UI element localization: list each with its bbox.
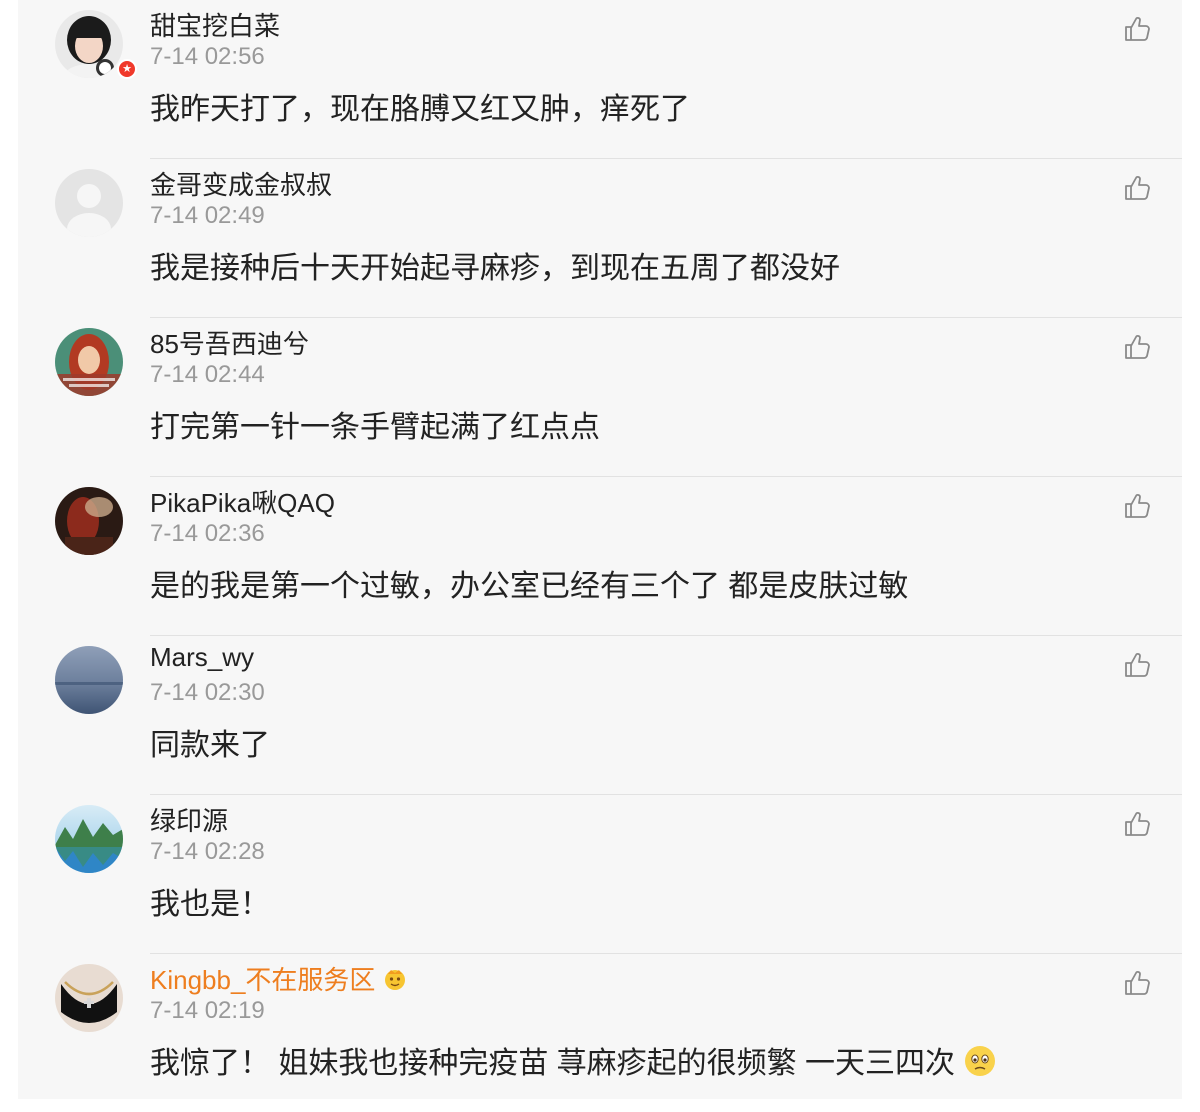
- username[interactable]: Kingbb_不在服务区: [150, 960, 407, 998]
- avatar[interactable]: [55, 805, 123, 873]
- comment-text: 打完第一针一条手臂起满了红点点: [150, 411, 600, 444]
- worried-emoji: [963, 1044, 997, 1086]
- comment-time: 7-14 02:28: [150, 838, 265, 865]
- crown-emoji: [383, 967, 407, 998]
- comment-text: 我惊了！ 姐妹我也接种完疫苗 荨麻疹起的很频繁 一天三四次: [150, 1038, 997, 1086]
- comment-text: 我也是！: [150, 888, 270, 921]
- thumbs-up-icon[interactable]: [1122, 809, 1152, 839]
- comment-text: 我是接种后十天开始起寻麻疹，到现在五周了都没好: [150, 252, 840, 285]
- comment-time: 7-14 02:36: [150, 520, 265, 547]
- comment-time: 7-14 02:30: [150, 679, 265, 706]
- thumbs-up-icon[interactable]: [1122, 14, 1152, 44]
- username[interactable]: 85号吾西迪兮: [150, 324, 309, 361]
- comment-item: 绿印源 7-14 02:28 我也是！: [18, 795, 1182, 954]
- comment-time: 7-14 02:56: [150, 43, 265, 70]
- avatar[interactable]: [55, 487, 123, 555]
- thumbs-up-icon[interactable]: [1122, 491, 1152, 521]
- username[interactable]: 金哥变成金叔叔: [150, 165, 332, 202]
- comment-item: ★ 甜宝挖白菜 7-14 02:56 我昨天打了，现在胳膊又红又肿，痒死了: [18, 0, 1182, 159]
- comment-text: 我昨天打了，现在胳膊又红又肿，痒死了: [150, 93, 690, 126]
- username[interactable]: 甜宝挖白菜: [150, 6, 280, 43]
- comment-text: 是的我是第一个过敏，办公室已经有三个了 都是皮肤过敏: [150, 570, 909, 603]
- thumbs-up-icon[interactable]: [1122, 332, 1152, 362]
- comment-item: Kingbb_不在服务区 7-14 02:19 我惊了！ 姐妹我也接种完疫苗 荨…: [18, 954, 1182, 1099]
- comment-text-content: 我惊了！ 姐妹我也接种完疫苗 荨麻疹起的很频繁 一天三四次: [150, 1047, 956, 1080]
- username[interactable]: 绿印源: [150, 801, 228, 838]
- avatar[interactable]: [55, 10, 123, 78]
- username-text: Kingbb_不在服务区: [150, 965, 376, 995]
- verified-badge: ★: [117, 59, 137, 79]
- comment-item: Mars_wy 7-14 02:30 同款来了: [18, 636, 1182, 795]
- comment-item: 金哥变成金叔叔 7-14 02:49 我是接种后十天开始起寻麻疹，到现在五周了都…: [18, 159, 1182, 318]
- avatar[interactable]: [55, 964, 123, 1032]
- username[interactable]: PikaPika啾QAQ: [150, 483, 335, 520]
- thumbs-up-icon[interactable]: [1122, 650, 1152, 680]
- comment-item: PikaPika啾QAQ 7-14 02:36 是的我是第一个过敏，办公室已经有…: [18, 477, 1182, 636]
- avatar[interactable]: [55, 328, 123, 396]
- avatar[interactable]: [55, 646, 123, 714]
- comment-time: 7-14 02:19: [150, 997, 265, 1024]
- avatar[interactable]: [55, 169, 123, 237]
- thumbs-up-icon[interactable]: [1122, 968, 1152, 998]
- comment-text: 同款来了: [150, 729, 270, 762]
- comment-list: ★ 甜宝挖白菜 7-14 02:56 我昨天打了，现在胳膊又红又肿，痒死了 金哥…: [18, 0, 1182, 1099]
- username[interactable]: Mars_wy: [150, 642, 254, 673]
- comment-item: 85号吾西迪兮 7-14 02:44 打完第一针一条手臂起满了红点点: [18, 318, 1182, 477]
- comment-time: 7-14 02:44: [150, 361, 265, 388]
- comment-time: 7-14 02:49: [150, 202, 265, 229]
- thumbs-up-icon[interactable]: [1122, 173, 1152, 203]
